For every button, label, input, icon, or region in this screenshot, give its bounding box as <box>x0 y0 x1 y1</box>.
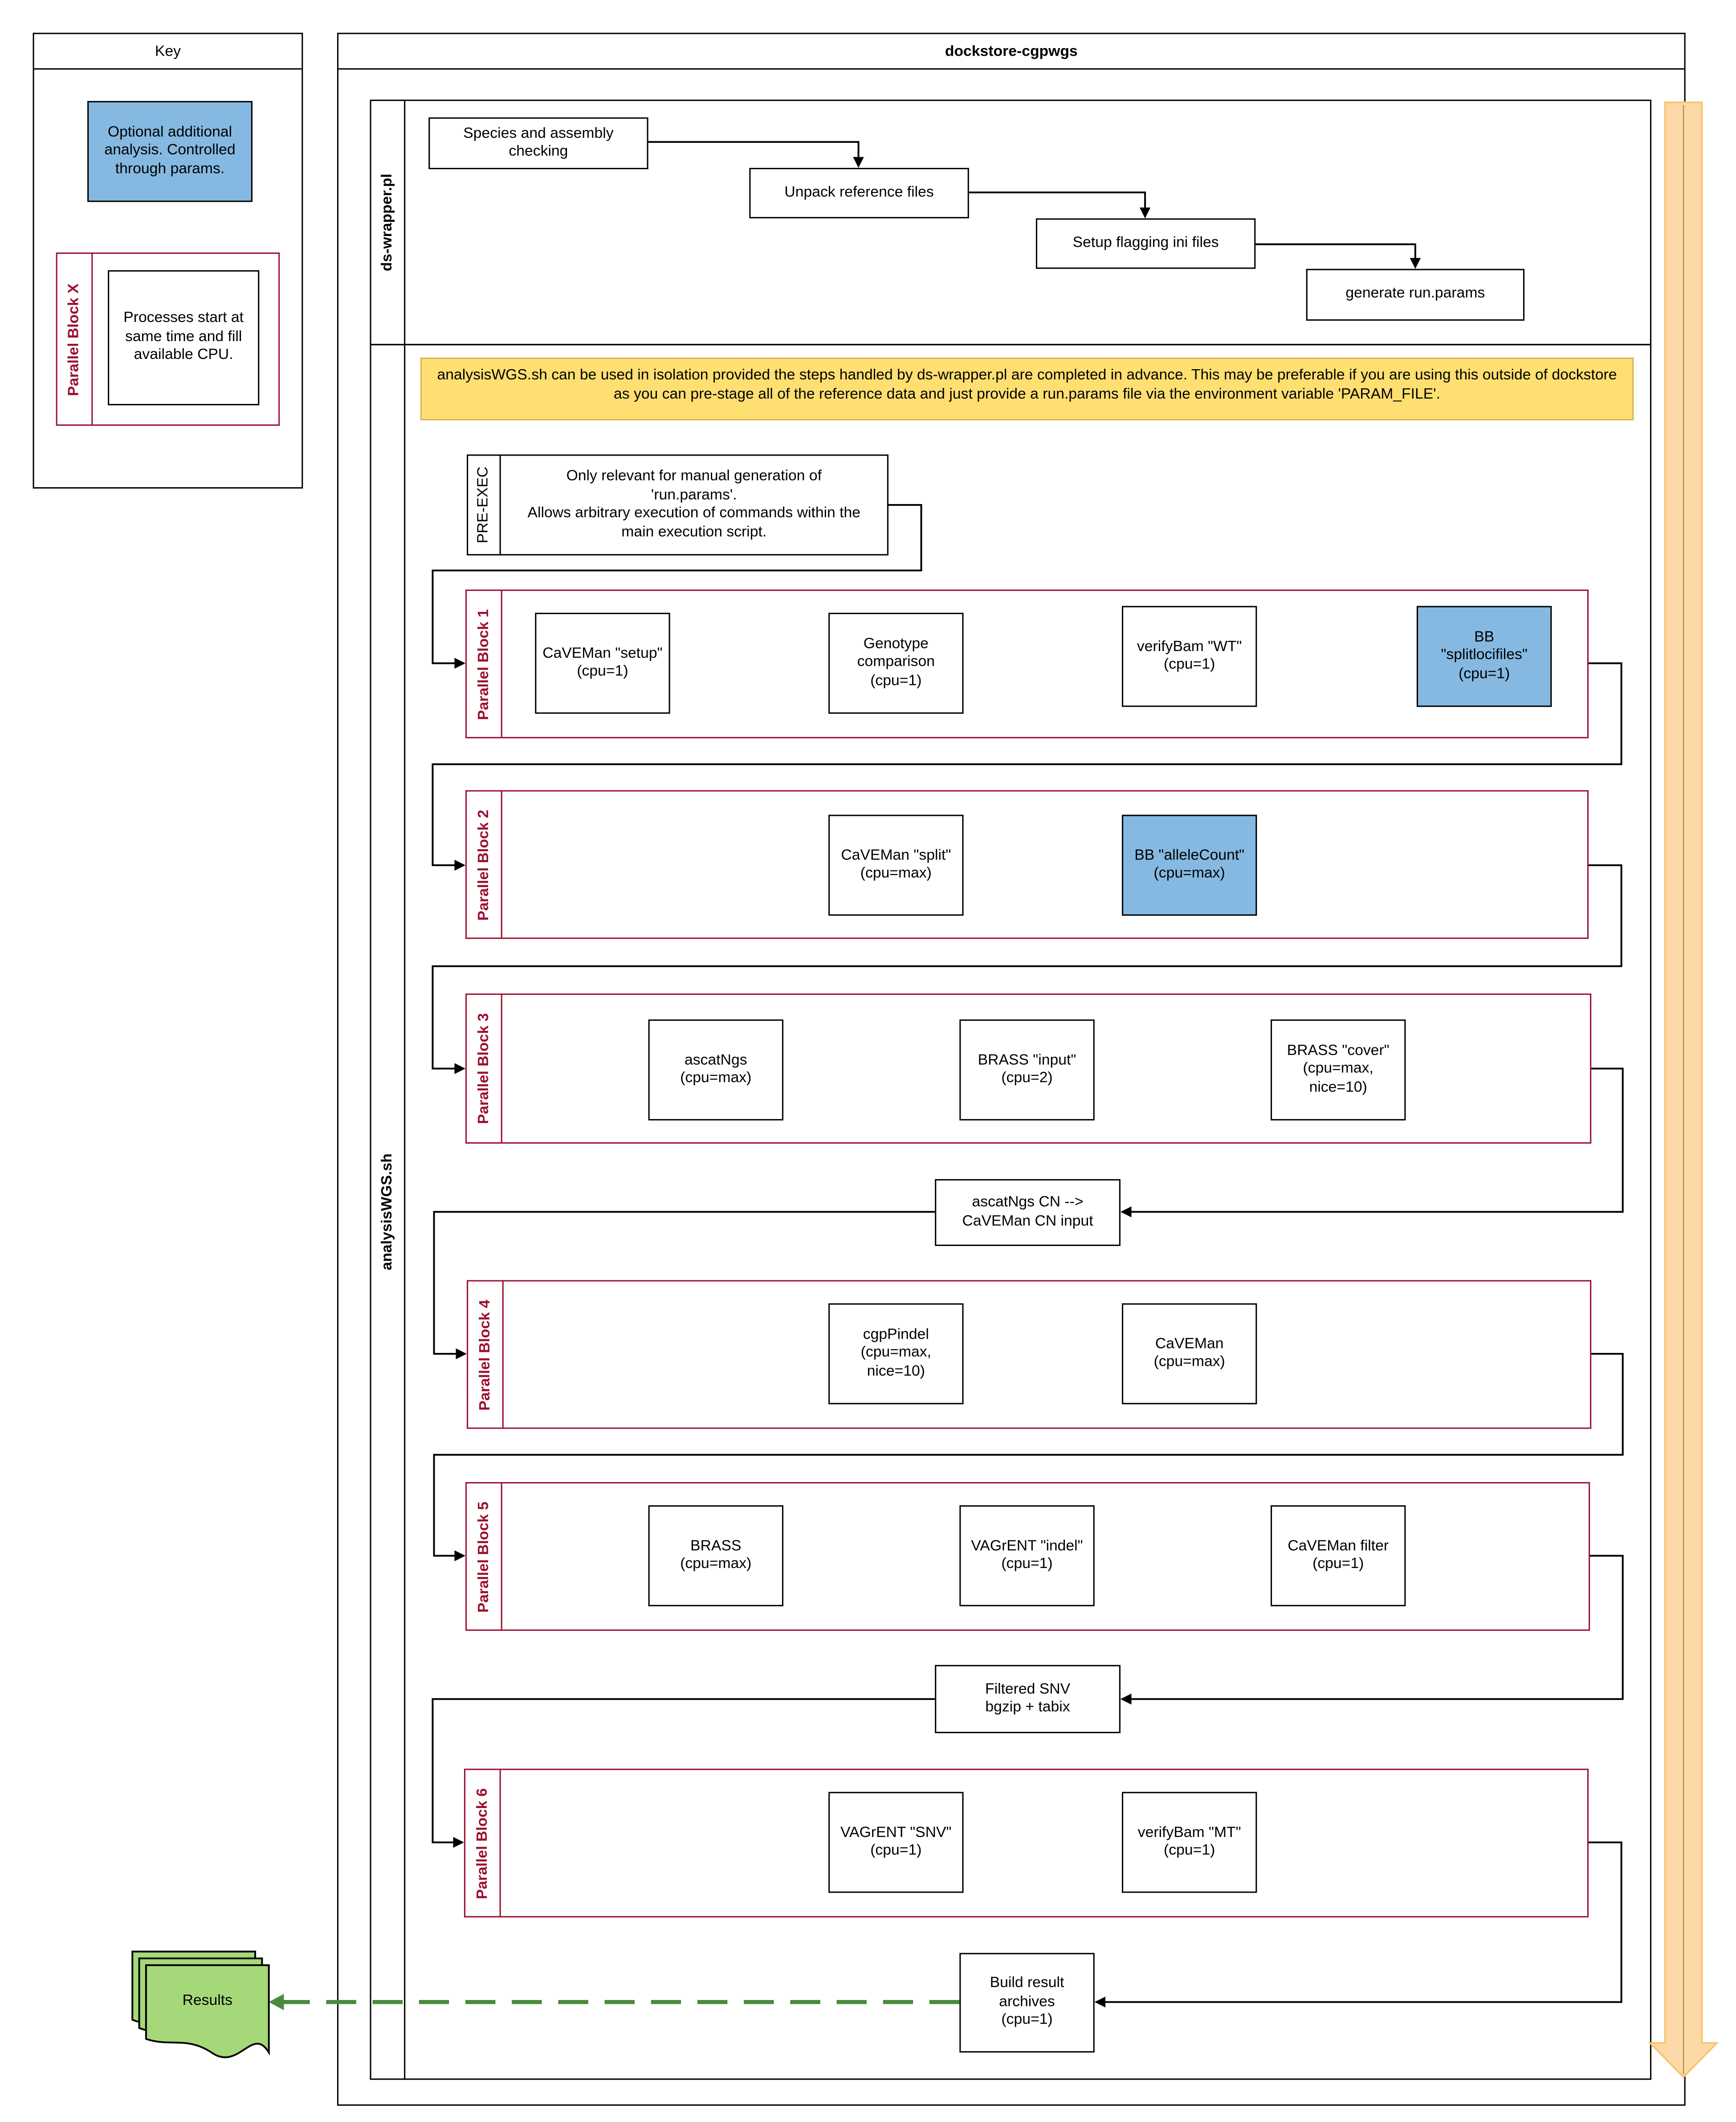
step-species-check: Species and assembly checking <box>428 117 648 169</box>
block-label-cell: Parallel Block 3 <box>467 995 502 1142</box>
block-label: Parallel Block 5 <box>476 1501 492 1612</box>
block-label-cell: Parallel Block 1 <box>467 591 502 737</box>
parallel-block-2: Parallel Block 2 <box>465 790 1589 939</box>
task-ascatngs: ascatNgs (cpu=max) <box>648 1019 784 1120</box>
task-verifybam-wt: verifyBam "WT" (cpu=1) <box>1122 606 1257 707</box>
info-note: analysisWGS.sh can be used in isolation … <box>420 357 1634 420</box>
task-genotype-comparison: Genotype comparison (cpu=1) <box>828 612 964 714</box>
task-caveman: CaVEMan (cpu=max) <box>1122 1303 1257 1405</box>
task-brass-cover: BRASS "cover" (cpu=max, nice=10) <box>1271 1019 1406 1120</box>
task-cgppindel: cgpPindel (cpu=max, nice=10) <box>828 1303 964 1405</box>
block-label-cell: Parallel Block 4 <box>468 1281 504 1428</box>
key-parallel-label: Parallel Block X <box>66 283 83 396</box>
parallel-block-4: Parallel Block 4 <box>467 1280 1592 1429</box>
task-bb-splitlocifiles: BB "splitlocifiles" (cpu=1) <box>1416 606 1552 707</box>
pre-exec-label-cell: PRE-EXEC <box>467 454 501 556</box>
block-label: Parallel Block 1 <box>476 608 492 720</box>
block-label: Parallel Block 3 <box>476 1013 492 1124</box>
wrapper-lane-label: ds-wrapper.pl <box>379 173 395 272</box>
task-brass-input: BRASS "input" (cpu=2) <box>959 1019 1095 1120</box>
key-parallel-box: Processes start at same time and fill av… <box>108 270 260 406</box>
block-label-cell: Parallel Block 6 <box>465 1770 501 1916</box>
step-unpack-reference: Unpack reference files <box>749 167 969 219</box>
key-title: Key <box>34 34 302 70</box>
block-label-cell: Parallel Block 2 <box>467 791 502 938</box>
task-caveman-split: CaVEMan "split" (cpu=max) <box>828 815 964 916</box>
pre-exec-text: Only relevant for manual generation of '… <box>527 468 861 540</box>
key-parallel-label-cell: Parallel Block X <box>57 253 93 425</box>
key-optional-box: Optional additional analysis. Controlled… <box>87 101 253 202</box>
block-label: Parallel Block 6 <box>474 1787 491 1899</box>
task-brass: BRASS (cpu=max) <box>648 1505 784 1606</box>
block-label: Parallel Block 4 <box>477 1299 493 1410</box>
task-verifybam-mt: verifyBam "MT" (cpu=1) <box>1122 1792 1257 1893</box>
task-vagrent-snv: VAGrENT "SNV" (cpu=1) <box>828 1792 964 1893</box>
step-ascat-to-caveman: ascatNgs CN --> CaVEMan CN input <box>935 1179 1121 1246</box>
parallel-block-6: Parallel Block 6 <box>464 1768 1589 1918</box>
task-caveman-filter: CaVEMan filter (cpu=1) <box>1271 1505 1406 1606</box>
analysis-lane-label: analysisWGS.sh <box>379 1153 395 1271</box>
step-generate-params: generate run.params <box>1306 269 1525 321</box>
wrapper-lane-label-cell: ds-wrapper.pl <box>370 100 404 346</box>
pre-exec-label: PRE-EXEC <box>475 466 492 544</box>
step-filtered-snv: Filtered SNV bgzip + tabix <box>935 1665 1121 1733</box>
results-label: Results <box>182 1992 233 2009</box>
task-vagrent-indel: VAGrENT "indel" (cpu=1) <box>959 1505 1095 1606</box>
block-label: Parallel Block 2 <box>476 809 492 920</box>
step-build-archives: Build result archives (cpu=1) <box>959 1953 1095 2053</box>
task-caveman-setup: CaVEMan "setup" (cpu=1) <box>535 612 670 714</box>
main-title: dockstore-cgpwgs <box>338 34 1684 70</box>
analysis-lane-label-cell: analysisWGS.sh <box>370 344 404 2080</box>
task-bb-allelecount: BB "alleleCount" (cpu=max) <box>1122 815 1257 916</box>
block-label-cell: Parallel Block 5 <box>467 1483 502 1630</box>
step-setup-flagging: Setup flagging ini files <box>1035 218 1256 269</box>
